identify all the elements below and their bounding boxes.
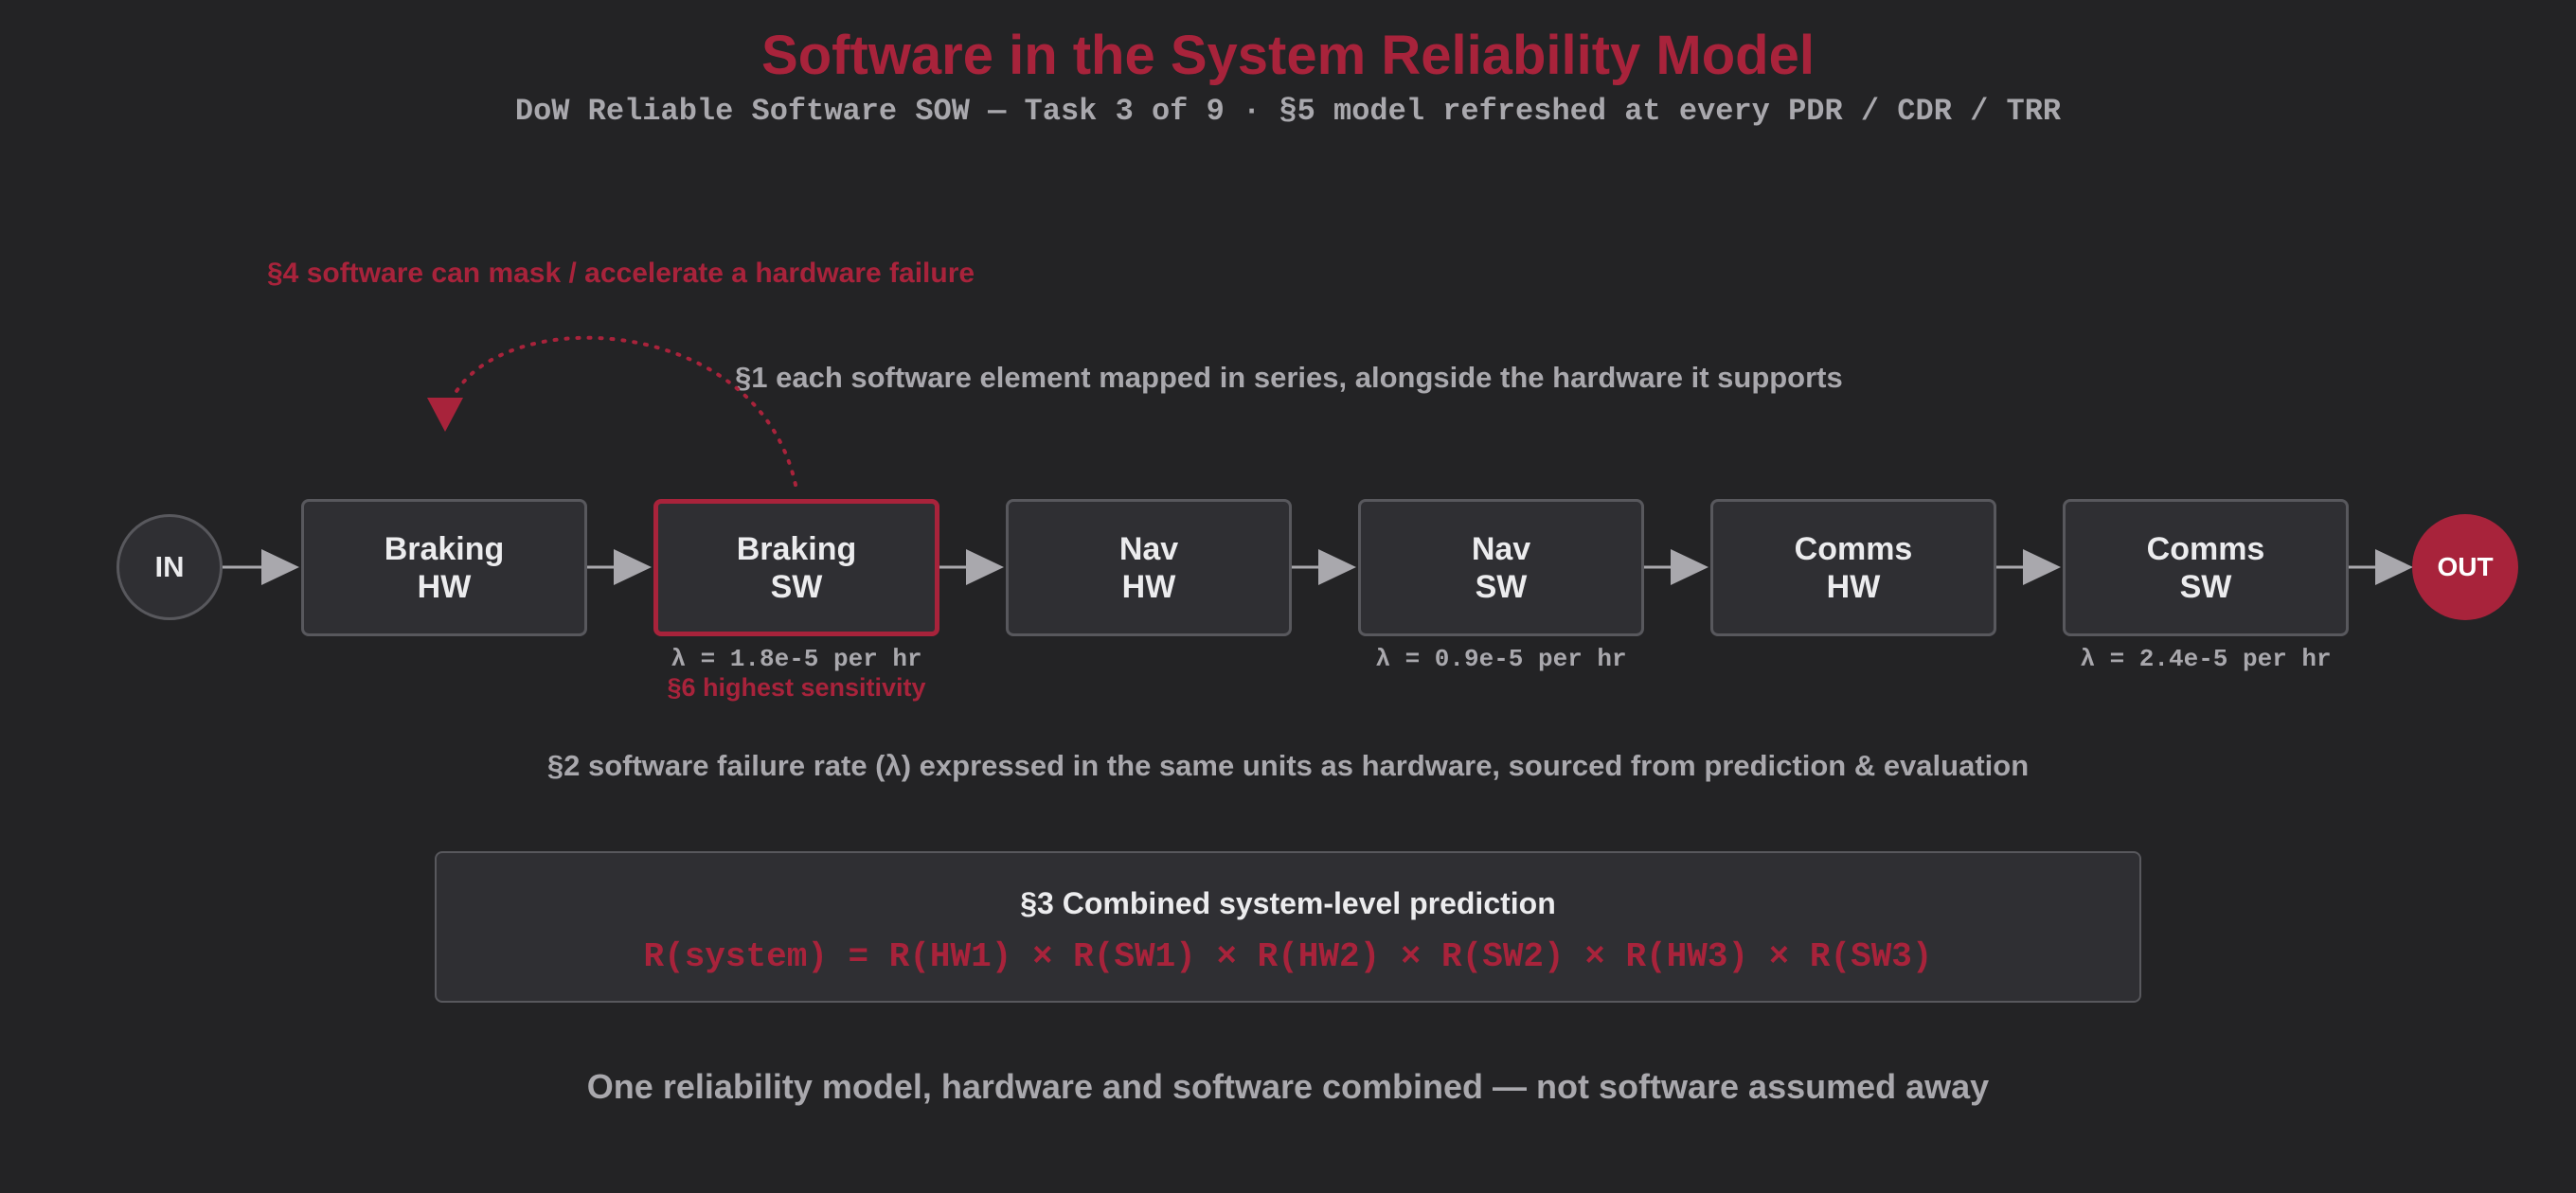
comms-hw-label-line1: Comms bbox=[1794, 530, 1913, 567]
braking-sw-label-line1: Braking bbox=[736, 530, 857, 567]
prediction-box: §3 Combined system-level prediction R(sy… bbox=[435, 851, 2141, 1003]
arrowhead-comms-sw-to-out bbox=[2375, 549, 2413, 585]
nav-hw-label-line1: Nav bbox=[1118, 530, 1179, 567]
prediction-formula: R(system) = R(HW1) × R(SW1) × R(HW2) × R… bbox=[643, 937, 1933, 976]
nav-sw-failure-rate: λ = 0.9e-5 per hr bbox=[1375, 645, 1627, 673]
output-node: OUT bbox=[2412, 514, 2518, 620]
braking-sw-block: Braking SW bbox=[653, 499, 939, 636]
comms-hw-block: Comms HW bbox=[1710, 499, 1996, 636]
arrowhead-in-to-braking-hw bbox=[261, 549, 299, 585]
braking-hw-block: Braking HW bbox=[301, 499, 587, 636]
arrowhead-braking-sw-to-nav-hw bbox=[966, 549, 1004, 585]
comms-sw-failure-rate: λ = 2.4e-5 per hr bbox=[2080, 645, 2332, 673]
braking-hw-label-line1: Braking bbox=[384, 530, 505, 567]
nav-sw-label-line2: SW bbox=[1475, 568, 1528, 605]
arrowhead-braking-hw-to-braking-sw bbox=[614, 549, 652, 585]
nav-sw-block: Nav SW bbox=[1358, 499, 1644, 636]
prediction-title: §3 Combined system-level prediction bbox=[1020, 886, 1556, 920]
arrowhead-comms-hw-to-comms-sw bbox=[2023, 549, 2061, 585]
braking-sw-failure-rate: λ = 1.8e-5 per hr bbox=[671, 645, 922, 673]
units-note: §2 software failure rate (λ) expressed i… bbox=[546, 749, 2030, 782]
braking-hw-label-line2: HW bbox=[417, 568, 472, 605]
arrowhead-nav-sw-to-comms-hw bbox=[1671, 549, 1708, 585]
input-node: IN bbox=[116, 514, 223, 620]
footer-statement: One reliability model, hardware and soft… bbox=[586, 1067, 1990, 1106]
nav-sw-label-line1: Nav bbox=[1471, 530, 1531, 567]
comms-sw-label-line2: SW bbox=[2179, 568, 2232, 605]
comms-sw-label-line1: Comms bbox=[2146, 530, 2265, 567]
sensitivity-note: §6 highest sensitivity bbox=[667, 673, 926, 702]
arrowhead-nav-hw-to-nav-sw bbox=[1318, 549, 1356, 585]
braking-sw-label-line2: SW bbox=[770, 568, 823, 605]
mask-feedback-arrowhead bbox=[427, 398, 463, 432]
comms-hw-label-line2: HW bbox=[1826, 568, 1881, 605]
nav-hw-block: Nav HW bbox=[1006, 499, 1292, 636]
nav-hw-label-line2: HW bbox=[1121, 568, 1176, 605]
mask-feedback-curve bbox=[451, 335, 797, 487]
comms-sw-block: Comms SW bbox=[2063, 499, 2349, 636]
